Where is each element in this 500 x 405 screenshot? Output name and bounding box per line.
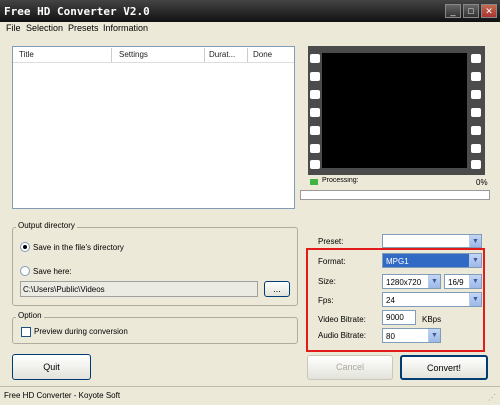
output-path-field[interactable]: C:\Users\Public\Videos: [20, 281, 258, 297]
save-in-file-directory-radio[interactable]: [20, 242, 30, 252]
audio-bitrate-label: Audio Bitrate:: [318, 331, 367, 340]
column-title[interactable]: Title: [19, 50, 34, 59]
column-done[interactable]: Done: [253, 50, 272, 59]
aspect-select[interactable]: 16/9 ▼: [444, 274, 482, 289]
chevron-down-icon[interactable]: ▼: [428, 329, 440, 342]
audio-bitrate-value: 80: [386, 332, 395, 341]
cancel-button[interactable]: Cancel: [307, 355, 393, 380]
menu-presets[interactable]: Presets: [68, 23, 99, 33]
chevron-down-icon[interactable]: ▼: [469, 293, 481, 306]
menu-file[interactable]: File: [6, 23, 21, 33]
resize-grip-icon[interactable]: ⋰: [488, 393, 496, 402]
browse-button[interactable]: ...: [264, 281, 290, 297]
film-hole-icon: [310, 144, 320, 153]
option-label: Option: [16, 311, 44, 320]
film-hole-icon: [310, 72, 320, 81]
list-header: Title Settings Durat... Done: [13, 47, 294, 63]
film-hole-icon: [471, 54, 481, 63]
video-bitrate-label: Video Bitrate:: [318, 315, 366, 324]
save-here-radio[interactable]: [20, 266, 30, 276]
size-label: Size:: [318, 277, 336, 286]
video-preview: [308, 46, 485, 175]
quit-button[interactable]: Quit: [12, 354, 91, 380]
column-separator[interactable]: [204, 48, 205, 62]
progress-percent: 0%: [476, 178, 488, 187]
column-duration[interactable]: Durat...: [209, 50, 235, 59]
maximize-button[interactable]: □: [463, 4, 479, 18]
fps-value: 24: [386, 296, 395, 305]
size-select[interactable]: 1280x720 ▼: [382, 274, 441, 289]
progress-indicator-icon: [310, 179, 318, 185]
fps-label: Fps:: [318, 296, 334, 305]
film-hole-icon: [310, 126, 320, 135]
menu-bar: File Selection Presets Information: [0, 22, 500, 36]
save-here-label[interactable]: Save here:: [33, 267, 72, 276]
fps-select[interactable]: 24 ▼: [382, 292, 482, 307]
size-value: 1280x720: [386, 278, 422, 287]
chevron-down-icon[interactable]: ▼: [428, 275, 440, 288]
preset-select[interactable]: ▼: [382, 234, 482, 248]
film-hole-icon: [471, 90, 481, 99]
film-hole-icon: [471, 72, 481, 81]
status-bar: Free HD Converter - Koyote Soft ⋰: [0, 386, 500, 405]
film-hole-icon: [471, 160, 481, 169]
video-bitrate-input[interactable]: 9000: [382, 310, 416, 325]
window-title: Free HD Converter V2.0: [4, 5, 150, 18]
file-list[interactable]: Title Settings Durat... Done: [12, 46, 295, 209]
column-separator[interactable]: [247, 48, 248, 62]
aspect-value: 16/9: [448, 278, 464, 287]
film-hole-icon: [471, 126, 481, 135]
audio-bitrate-select[interactable]: 80 ▼: [382, 328, 441, 343]
title-bar: Free HD Converter V2.0 _ □ ✕: [0, 0, 500, 22]
format-value: MPG1: [386, 257, 409, 266]
format-select[interactable]: MPG1 ▼: [382, 253, 482, 268]
film-hole-icon: [310, 54, 320, 63]
progress-label: Processing:: [322, 177, 359, 184]
film-hole-icon: [310, 160, 320, 169]
preview-screen: [322, 53, 467, 168]
preview-during-conversion-label[interactable]: Preview during conversion: [34, 327, 128, 336]
film-hole-icon: [471, 144, 481, 153]
preset-label: Preset:: [318, 237, 344, 246]
chevron-down-icon[interactable]: ▼: [469, 254, 481, 267]
video-bitrate-unit: KBps: [422, 315, 442, 324]
menu-selection[interactable]: Selection: [26, 23, 63, 33]
status-text: Free HD Converter - Koyote Soft: [4, 391, 121, 400]
output-directory-label: Output directory: [16, 221, 77, 230]
column-separator[interactable]: [111, 48, 112, 62]
film-hole-icon: [471, 108, 481, 117]
menu-information[interactable]: Information: [103, 23, 148, 33]
format-label: Format:: [318, 257, 346, 266]
preview-during-conversion-checkbox[interactable]: [21, 327, 31, 337]
chevron-down-icon[interactable]: ▼: [469, 275, 481, 288]
convert-button[interactable]: Convert!: [400, 355, 488, 380]
film-hole-icon: [310, 90, 320, 99]
close-button[interactable]: ✕: [481, 4, 497, 18]
progress-bar: [300, 190, 490, 200]
minimize-button[interactable]: _: [445, 4, 461, 18]
column-settings[interactable]: Settings: [119, 50, 148, 59]
save-in-file-directory-label[interactable]: Save in the file's directory: [33, 243, 124, 252]
chevron-down-icon[interactable]: ▼: [469, 235, 481, 247]
film-hole-icon: [310, 108, 320, 117]
